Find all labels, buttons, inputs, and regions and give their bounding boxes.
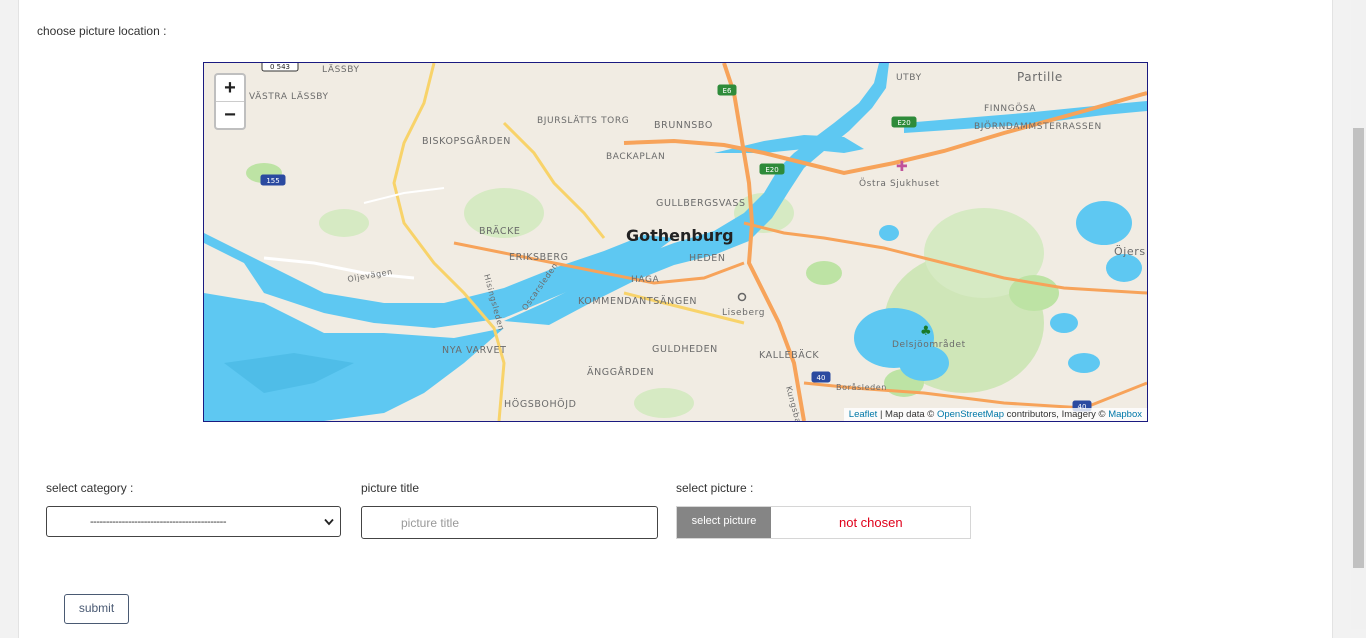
map-place-label: HÖGSBOHÖJD [504, 399, 577, 410]
map-place-label: Östra Sjukhuset [859, 178, 940, 189]
map-place-label: GULDHEDEN [652, 344, 718, 355]
picture-label: select picture : [676, 481, 754, 495]
road-shield-label: 40 [817, 374, 826, 382]
svg-text:♣: ♣ [920, 324, 932, 339]
attribution-text-2: contributors, Imagery © [1004, 409, 1109, 420]
city-label: Gothenburg [626, 226, 734, 245]
category-select[interactable]: ----------------------------------------… [46, 506, 341, 537]
road-shield-label: E20 [897, 119, 910, 127]
mapbox-link[interactable]: Mapbox [1108, 409, 1142, 420]
file-status-text: not chosen [839, 515, 903, 530]
openstreetmap-link[interactable]: OpenStreetMap [937, 409, 1004, 420]
zoom-control: + − [214, 73, 246, 130]
map-view[interactable]: ✚ ♣ LÄSSBY VÄSTRA LÄSSBY BISKOPSGÅRDEN BJUR… [203, 62, 1148, 422]
map-place-label: GULLBERGSVASS [656, 198, 746, 209]
map-place-label: UTBY [896, 73, 922, 83]
map-attribution: Leaflet | Map data © OpenStreetMap contr… [843, 408, 1147, 421]
location-label: choose picture location : [37, 24, 167, 38]
svg-text:✚: ✚ [896, 159, 908, 175]
zoom-in-button[interactable]: + [216, 75, 244, 102]
zoom-out-button[interactable]: − [216, 102, 244, 128]
title-input[interactable] [361, 506, 658, 539]
map-place-label: BISKOPSGÅRDEN [422, 135, 511, 147]
picture-file-field[interactable]: select picture not chosen [676, 506, 971, 539]
map-place-label: Liseberg [722, 308, 765, 318]
title-label: picture title [361, 481, 420, 495]
road-shield-label: 155 [266, 177, 279, 185]
scrollbar-thumb[interactable] [1353, 128, 1364, 568]
map-place-label: HEDEN [689, 253, 726, 264]
category-selected-value: ----------------------------------------… [90, 516, 227, 528]
leaflet-link[interactable]: Leaflet [849, 409, 878, 420]
submit-button[interactable]: submit [64, 594, 129, 624]
map-place-label: FINNGÖSA [984, 103, 1036, 114]
map-place-label: KALLEBÄCK [759, 350, 819, 361]
map-place-label: ERIKSBERG [509, 252, 569, 263]
road-shield-label: E20 [765, 166, 778, 174]
map-place-label: BJURSLÄTTS TORG [537, 115, 629, 126]
map-place-label: ÄNGGÅRDEN [587, 366, 654, 378]
map-place-label: BACKAPLAN [606, 152, 665, 162]
map-place-label: NYA VARVET [442, 345, 506, 356]
map-place-label: Partille [1017, 70, 1063, 84]
map-place-label: BJÖRNDAMMSTERRASSEN [974, 121, 1102, 132]
scrollbar[interactable] [1351, 0, 1366, 629]
attribution-text: | Map data © [877, 409, 937, 420]
map-place-label: LÄSSBY [322, 64, 360, 75]
map-place-label: BRUNNSBO [654, 120, 713, 131]
road-shield-label: E6 [723, 87, 732, 95]
map-tiles: ✚ ♣ LÄSSBY VÄSTRA LÄSSBY BISKOPSGÅRDEN BJUR… [204, 63, 1147, 421]
select-picture-button[interactable]: select picture [677, 507, 771, 538]
chevron-down-icon [324, 518, 334, 526]
map-place-label: HAGA [631, 275, 660, 285]
road-shield-label: 0 543 [270, 63, 290, 71]
map-place-label: VÄSTRA LÄSSBY [249, 91, 329, 102]
category-label: select category : [46, 481, 134, 495]
map-place-label: Boråsleden [836, 382, 887, 392]
map-place-label: Öjers [1114, 245, 1146, 258]
map-place-label: KOMMENDANTSÄNGEN [578, 296, 697, 307]
map-place-label: BRÄCKE [479, 226, 521, 237]
map-place-label: Delsjöområdet [892, 339, 966, 350]
